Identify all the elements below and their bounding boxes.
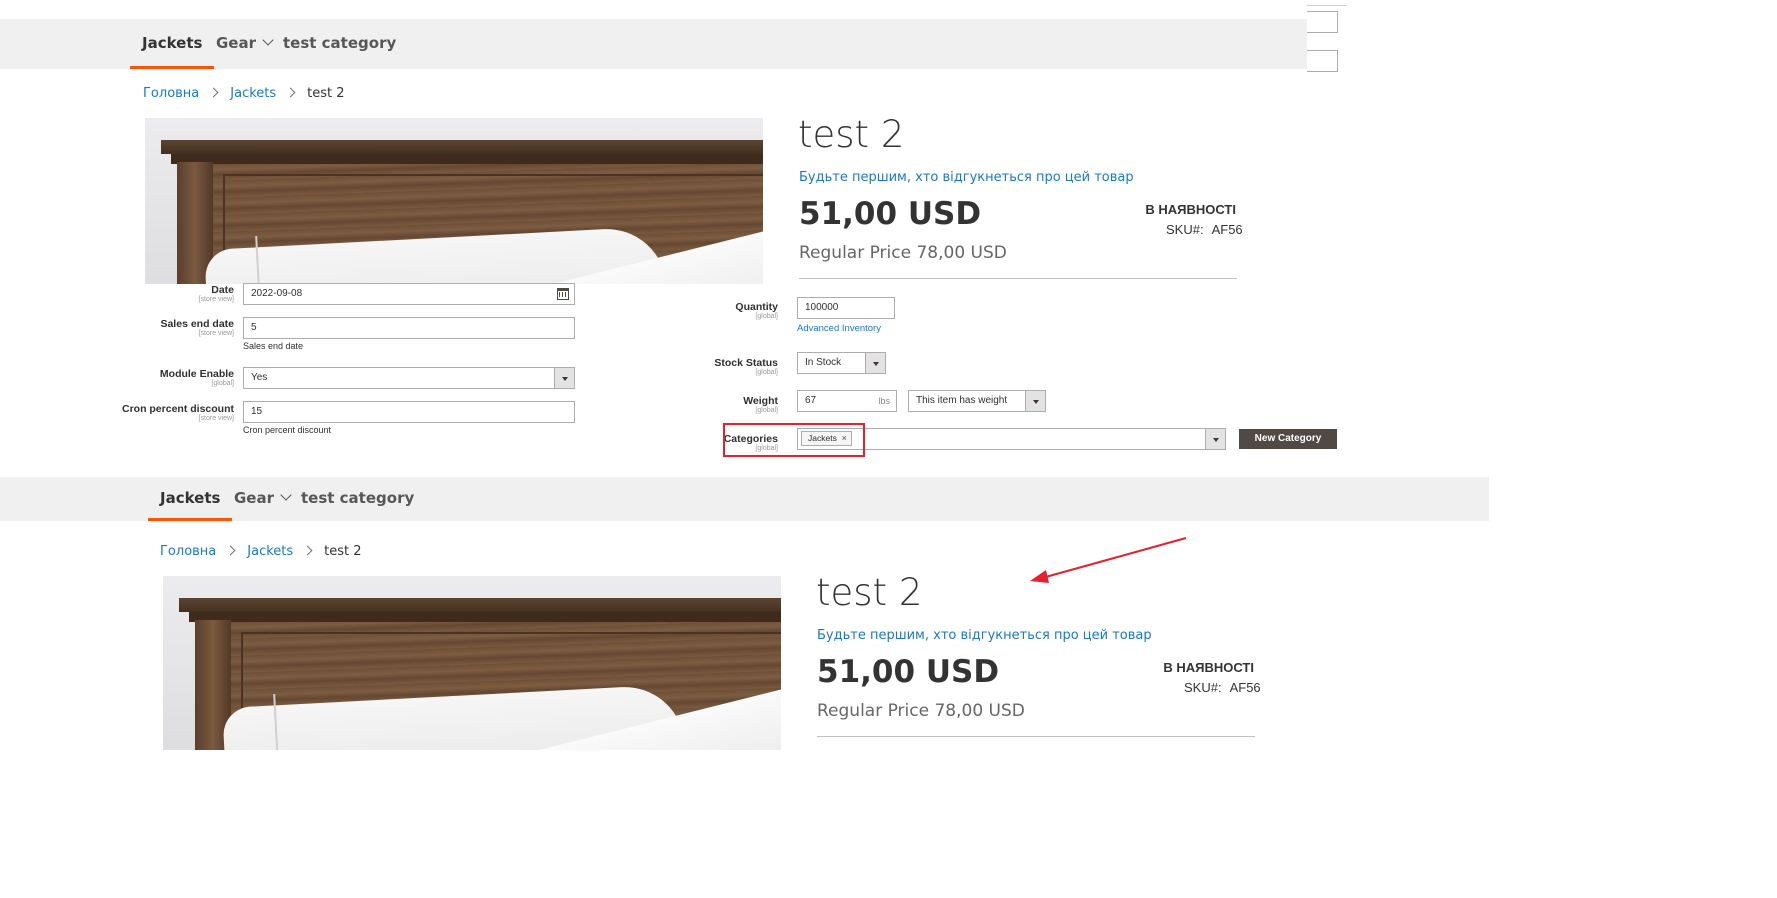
- product-title: test 2: [816, 571, 923, 614]
- breadcrumb: Головна Jackets test 2: [143, 86, 345, 101]
- bottom-category-nav: Jackets Gear test category: [0, 477, 1489, 521]
- nav-item-test-category[interactable]: test category: [301, 477, 414, 521]
- sku-label: SKU#:: [1184, 680, 1222, 695]
- stock-status: В НАЯВНОСТІ: [1163, 660, 1254, 675]
- nav-item-gear-label: Gear: [234, 489, 275, 507]
- product-price: 51,00 USD: [817, 654, 1000, 690]
- product-sku: SKU#: AF56: [1166, 222, 1243, 237]
- module-enable-select[interactable]: Yes: [243, 367, 575, 389]
- cron-percent-discount-label: Cron percent discount [store view]: [121, 403, 234, 423]
- new-category-button[interactable]: New Category: [1239, 429, 1337, 449]
- nav-item-jackets[interactable]: Jackets: [129, 19, 216, 69]
- advanced-inventory-link[interactable]: Advanced Inventory: [797, 323, 881, 334]
- calendar-icon[interactable]: [557, 288, 569, 300]
- breadcrumb-jackets[interactable]: Jackets: [230, 86, 276, 101]
- review-link[interactable]: Будьте першим, хто відгукнеться про цей …: [799, 170, 1134, 185]
- divider: [817, 736, 1255, 737]
- module-enable-label: Module Enable [global]: [159, 368, 234, 388]
- dropdown-arrow-icon[interactable]: [865, 353, 885, 373]
- date-field[interactable]: 2022-09-08: [243, 283, 575, 305]
- sku-label: SKU#:: [1166, 222, 1204, 237]
- stock-status: В НАЯВНОСТІ: [1145, 202, 1236, 217]
- breadcrumb: Головна Jackets test 2: [160, 544, 362, 559]
- chevron-right-icon: [302, 545, 313, 556]
- top-category-nav: Jackets Gear test category: [0, 19, 1307, 69]
- breadcrumb-home[interactable]: Головна: [160, 544, 216, 559]
- breadcrumb-current: test 2: [324, 544, 362, 559]
- nav-item-gear-label: Gear: [216, 34, 257, 52]
- breadcrumb-current: test 2: [307, 86, 345, 101]
- review-link[interactable]: Будьте першим, хто відгукнеться про цей …: [817, 628, 1152, 643]
- nav-item-test-category[interactable]: test category: [283, 19, 396, 69]
- stock-status-select[interactable]: In Stock: [797, 352, 886, 374]
- dropdown-arrow-icon[interactable]: [554, 368, 574, 388]
- date-label: Date [store view]: [198, 284, 234, 304]
- dropdown-arrow-icon[interactable]: [1205, 429, 1225, 449]
- nav-item-jackets[interactable]: Jackets: [147, 477, 234, 521]
- sku-value: AF56: [1211, 222, 1243, 237]
- product-sku: SKU#: AF56: [1184, 680, 1261, 695]
- dropdown-arrow-icon[interactable]: [1025, 391, 1045, 411]
- highlight-box: [723, 423, 865, 457]
- sales-end-date-note: Sales end date: [243, 341, 304, 351]
- divider: [1307, 5, 1347, 6]
- nav-item-gear[interactable]: Gear: [234, 477, 292, 521]
- weight-field[interactable]: 67 lbs: [797, 390, 897, 412]
- sales-end-date-field[interactable]: 5: [243, 317, 575, 339]
- chevron-right-icon: [225, 545, 236, 556]
- annotation-arrow: [1030, 537, 1187, 583]
- regular-price: Regular Price 78,00 USD: [817, 701, 1025, 721]
- chevron-down-icon: [280, 489, 292, 501]
- chevron-right-icon: [208, 87, 219, 98]
- quantity-label: Quantity [global]: [735, 301, 778, 321]
- regular-price: Regular Price 78,00 USD: [799, 243, 1007, 263]
- product-image[interactable]: [163, 576, 781, 750]
- partial-input[interactable]: [1307, 50, 1338, 72]
- divider: [799, 278, 1237, 279]
- sku-value: AF56: [1229, 680, 1261, 695]
- breadcrumb-home[interactable]: Головна: [143, 86, 199, 101]
- weight-unit: lbs: [878, 396, 890, 406]
- quantity-field[interactable]: 100000: [797, 297, 895, 319]
- weight-label: Weight [global]: [743, 395, 778, 415]
- nav-item-gear[interactable]: Gear: [216, 19, 274, 69]
- cron-percent-discount-field[interactable]: 15: [243, 401, 575, 423]
- product-title: test 2: [798, 113, 905, 156]
- cron-percent-discount-note: Cron percent discount: [243, 425, 332, 435]
- product-image[interactable]: [145, 118, 763, 284]
- sales-end-date-label: Sales end date [store view]: [160, 318, 234, 338]
- chevron-down-icon: [262, 34, 274, 46]
- chevron-right-icon: [285, 87, 296, 98]
- partial-input[interactable]: [1307, 11, 1338, 33]
- stock-status-label: Stock Status [global]: [714, 357, 778, 377]
- product-price: 51,00 USD: [799, 196, 982, 232]
- breadcrumb-jackets[interactable]: Jackets: [247, 544, 293, 559]
- has-weight-select[interactable]: This item has weight: [908, 390, 1046, 412]
